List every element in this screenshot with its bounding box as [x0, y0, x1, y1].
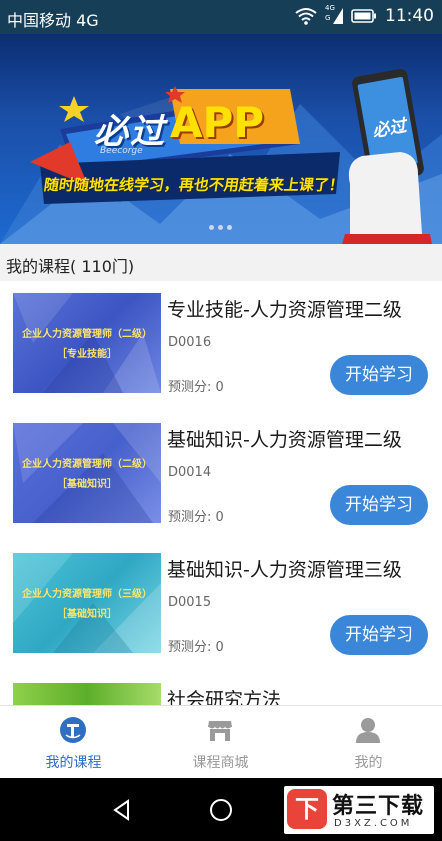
- start-learning-button[interactable]: 开始学习: [330, 355, 428, 395]
- thumb-subtitle: ［基础知识］: [57, 479, 117, 490]
- battery-icon: [351, 9, 376, 23]
- banner-app-word: APP: [170, 98, 265, 147]
- bottom-tab-bar: 我的课程 课程商城 我的: [0, 705, 442, 779]
- tab-label: 我的: [354, 755, 383, 771]
- carousel-dot[interactable]: [218, 225, 223, 230]
- course-code: D0016: [168, 335, 212, 350]
- course-card[interactable]: 企业人力资源管理师（二级） ［专业技能］ 专业技能-人力资源管理二级 D0016…: [0, 281, 442, 412]
- thumb-subtitle: ［专业技能］: [57, 349, 117, 360]
- tab-my-courses[interactable]: 我的课程: [0, 706, 147, 779]
- course-card[interactable]: 企业人力资源管理师（三级） ［基础知识］ 基础知识-人力资源管理三级 D0015…: [0, 541, 442, 672]
- carousel-indicator[interactable]: [209, 225, 232, 230]
- promo-banner[interactable]: 必过 APP Beecorge 随时随地在线学习，再也不用赶着来上课了！ 必过: [0, 34, 442, 244]
- course-card[interactable]: 企业人力资源管理师（二级） ［基础知识］ 基础知识-人力资源管理二级 D0014…: [0, 411, 442, 542]
- course-thumbnail[interactable]: 企业人力资源管理师（二级） ［基础知识］: [13, 423, 161, 523]
- predicted-score: 预测分: 0: [168, 380, 224, 395]
- store-icon: [208, 721, 232, 741]
- course-card[interactable]: 社会研究方法: [0, 671, 442, 705]
- banner-brand-subtext: Beecorge: [100, 146, 143, 156]
- start-learning-button[interactable]: 开始学习: [330, 485, 428, 525]
- course-icon: [60, 717, 86, 743]
- watermark-logo: 下: [287, 789, 327, 829]
- site-watermark: 下 第三下载 D3XZ.COM: [284, 786, 434, 834]
- tab-label: 我的课程: [45, 755, 102, 771]
- phone-illustration: [342, 69, 432, 244]
- carousel-dot[interactable]: [227, 225, 232, 230]
- thumb-subtitle: ［基础知识］: [57, 609, 117, 620]
- course-title[interactable]: 基础知识-人力资源管理三级: [167, 555, 402, 582]
- wifi-icon: [295, 8, 317, 25]
- course-title[interactable]: 社会研究方法: [167, 685, 281, 705]
- course-code: D0015: [168, 595, 212, 610]
- tab-label: 课程商城: [192, 755, 249, 771]
- status-bar: 中国移动 4G 4G G 11:40: [0, 0, 442, 34]
- carrier-label: 中国移动 4G: [7, 11, 99, 30]
- carousel-dot[interactable]: [209, 225, 214, 230]
- back-icon[interactable]: [110, 798, 134, 822]
- banner-slogan: 随时随地在线学习，再也不用赶着来上课了！: [42, 176, 346, 194]
- clock: 11:40: [385, 6, 434, 26]
- thumb-title: 企业人力资源管理师（二级）: [22, 459, 152, 470]
- watermark-domain: D3XZ.COM: [334, 818, 413, 829]
- signal-icon: 4G G: [325, 4, 343, 26]
- course-thumbnail[interactable]: 企业人力资源管理师（三级） ［基础知识］: [13, 553, 161, 653]
- home-icon[interactable]: [209, 798, 233, 822]
- status-icons: 4G G 11:40: [295, 4, 434, 26]
- network-type-label-2: G: [325, 14, 331, 22]
- course-title[interactable]: 专业技能-人力资源管理二级: [167, 295, 402, 322]
- course-count-title: 我的课程( 110门): [6, 257, 135, 276]
- tab-course-store[interactable]: 课程商城: [147, 706, 294, 779]
- course-title[interactable]: 基础知识-人力资源管理二级: [167, 425, 402, 452]
- watermark-name: 第三下载: [332, 794, 425, 819]
- thumb-title: 企业人力资源管理师（三级）: [22, 589, 152, 600]
- person-icon: [356, 718, 380, 743]
- predicted-score: 预测分: 0: [168, 640, 224, 655]
- course-thumbnail[interactable]: [13, 683, 161, 705]
- course-list[interactable]: 企业人力资源管理师（二级） ［专业技能］ 专业技能-人力资源管理二级 D0016…: [0, 281, 442, 705]
- tab-me[interactable]: 我的: [295, 706, 442, 779]
- thumb-title: 企业人力资源管理师（二级）: [22, 329, 152, 340]
- start-learning-button[interactable]: 开始学习: [330, 615, 428, 655]
- predicted-score: 预测分: 0: [168, 510, 224, 525]
- course-thumbnail[interactable]: 企业人力资源管理师（二级） ［专业技能］: [13, 293, 161, 393]
- my-courses-header: 我的课程( 110门): [0, 244, 442, 281]
- course-code: D0014: [168, 465, 212, 480]
